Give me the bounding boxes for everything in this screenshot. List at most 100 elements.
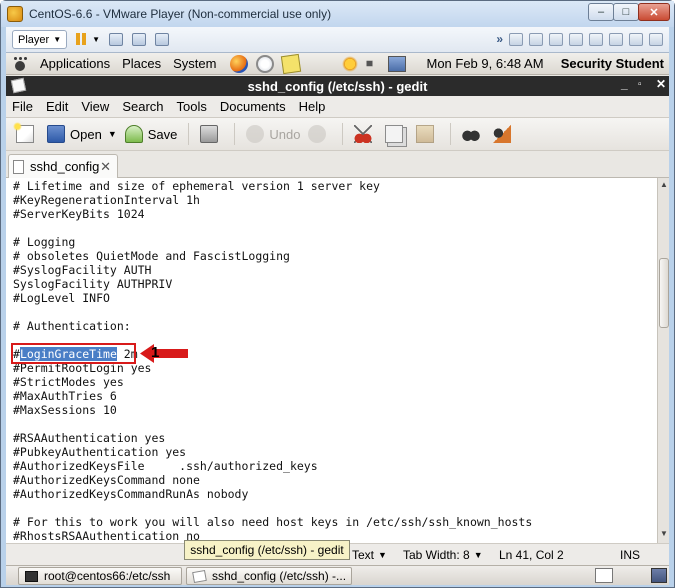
redo-button[interactable] <box>304 121 335 147</box>
language-selector[interactable]: Text ▼ <box>352 548 387 562</box>
vm-screen: Applications Places System Mon Feb 9, 6:… <box>6 53 669 585</box>
notes-icon[interactable] <box>595 568 613 583</box>
gedit-close-icon[interactable]: ✕ <box>656 77 666 91</box>
cursor-position: Ln 41, Col 2 <box>499 548 564 562</box>
speaker-icon[interactable] <box>366 56 381 71</box>
editor-line: #ServerKeyBits 1024 <box>13 207 145 221</box>
editor-line: # obsoletes QuietMode and FascistLogging <box>13 249 290 263</box>
toolbar-separator <box>342 123 344 145</box>
paste-icon <box>416 125 435 143</box>
close-button[interactable]: ✕ <box>638 3 670 21</box>
scroll-up-icon[interactable]: ▲ <box>659 180 669 192</box>
menu-search[interactable]: Search <box>122 99 163 114</box>
editor-line: # Authentication: <box>13 319 131 333</box>
tab-sshd-config[interactable]: sshd_config ✕ <box>8 154 118 178</box>
chevron-down-icon[interactable]: ▼ <box>108 129 117 139</box>
system-tray <box>342 55 407 72</box>
editor-line: # For this to work you will also need ho… <box>13 515 533 529</box>
chevron-down-icon: ▼ <box>378 550 387 560</box>
taskbar-terminal[interactable]: root@centos66:/etc/ssh <box>18 567 182 585</box>
find-button[interactable] <box>458 121 489 147</box>
disk-icon[interactable] <box>509 32 523 46</box>
menu-edit[interactable]: Edit <box>46 99 68 114</box>
usb-icon[interactable] <box>609 32 623 46</box>
menu-documents[interactable]: Documents <box>220 99 286 114</box>
open-button[interactable]: Open ▼ <box>43 121 121 147</box>
pause-icon[interactable] <box>76 33 88 46</box>
undo-icon <box>246 125 265 143</box>
close-tab-icon[interactable]: ✕ <box>100 159 111 175</box>
gedit-icon <box>192 569 207 583</box>
firefox-icon[interactable] <box>230 54 249 73</box>
copy-button[interactable] <box>381 121 412 147</box>
menu-file[interactable]: File <box>12 99 33 114</box>
menu-help[interactable]: Help <box>299 99 326 114</box>
annotation-highlight-box <box>11 343 136 364</box>
evolution-icon[interactable] <box>256 54 275 73</box>
gedit-title: sshd_config (/etc/ssh) - gedit <box>247 78 428 94</box>
toolbar-separator <box>234 123 236 145</box>
language-label: Text <box>352 548 375 562</box>
chevron-down-icon[interactable]: ▼ <box>92 35 100 44</box>
editor-line: #AuthorizedKeysCommand none <box>13 473 200 487</box>
scroll-down-icon[interactable]: ▼ <box>659 529 669 541</box>
unity-icon[interactable] <box>155 33 170 46</box>
menu-view[interactable]: View <box>81 99 109 114</box>
updates-icon[interactable] <box>342 55 359 72</box>
undo-button[interactable]: Undo <box>242 121 304 147</box>
tab-label: sshd_config <box>30 159 100 174</box>
editor-line: #RhostsRSAAuthentication no <box>13 529 200 543</box>
display-icon[interactable] <box>649 32 663 46</box>
scroll-thumb[interactable] <box>659 258 669 328</box>
vmware-window: CentOS-6.6 - VMware Player (Non-commerci… <box>0 0 675 588</box>
workspace-switcher-icon[interactable] <box>651 568 667 583</box>
device-tray: » <box>496 32 663 46</box>
notes-icon[interactable] <box>281 53 302 74</box>
replace-button[interactable] <box>489 121 520 147</box>
open-label: Open <box>70 126 102 142</box>
save-label: Save <box>147 126 178 142</box>
gedit-titlebar: sshd_config (/etc/ssh) - gedit _ ▫ ✕ <box>6 76 669 96</box>
redo-icon <box>308 125 327 143</box>
taskbar-gedit-label: sshd_config (/etc/ssh) -... <box>212 569 347 583</box>
cut-button[interactable] <box>350 121 381 147</box>
menu-places[interactable]: Places <box>122 56 161 71</box>
menu-applications[interactable]: Applications <box>40 56 110 71</box>
editor-line: #SyslogFacility AUTH <box>13 263 152 277</box>
player-toolbar: Player ▼ ▼ » <box>6 27 669 53</box>
floppy-icon[interactable] <box>549 32 563 46</box>
network-status-icon[interactable] <box>388 55 407 72</box>
cd-icon[interactable] <box>529 32 543 46</box>
undo-label: Undo <box>269 126 301 142</box>
message-icon[interactable] <box>629 32 643 46</box>
gnome-bottom-panel: root@centos66:/etc/ssh sshd_config (/etc… <box>6 565 669 585</box>
document-tabbar: sshd_config ✕ <box>6 151 669 178</box>
print-button[interactable] <box>196 121 227 147</box>
taskbar-terminal-label: root@centos66:/etc/ssh <box>44 569 171 583</box>
gedit-maximize-icon[interactable]: ▫ <box>638 79 642 90</box>
network-icon[interactable] <box>109 33 124 46</box>
user-name[interactable]: Security Student <box>561 56 664 71</box>
new-document-icon <box>13 122 34 143</box>
binoculars-icon <box>462 125 481 143</box>
save-button[interactable]: Save <box>121 121 182 147</box>
paste-button[interactable] <box>412 121 443 147</box>
editor-line: #AuthorizedKeysFile .ssh/authorized_keys <box>13 459 318 473</box>
clock[interactable]: Mon Feb 9, 6:48 AM <box>426 56 543 71</box>
player-menu-button[interactable]: Player ▼ <box>12 30 68 49</box>
minimize-button[interactable]: – <box>588 3 614 21</box>
network-adapter-icon[interactable] <box>569 32 583 46</box>
new-button[interactable] <box>12 121 43 147</box>
menu-tools[interactable]: Tools <box>177 99 207 114</box>
maximize-button[interactable]: □ <box>613 3 639 21</box>
tab-width-selector[interactable]: Tab Width: 8 ▼ <box>403 548 483 562</box>
printer-icon[interactable] <box>589 32 603 46</box>
annotation-number: 1 <box>151 344 160 361</box>
insert-mode: INS <box>620 548 641 562</box>
taskbar-gedit[interactable]: sshd_config (/etc/ssh) -... <box>186 567 352 585</box>
fullscreen-icon[interactable] <box>132 33 147 46</box>
vertical-scrollbar[interactable]: ▲ ▼ <box>657 178 669 543</box>
double-chevron-icon[interactable]: » <box>496 32 503 46</box>
gedit-minimize-icon[interactable]: _ <box>621 77 628 91</box>
menu-system[interactable]: System <box>173 56 216 71</box>
